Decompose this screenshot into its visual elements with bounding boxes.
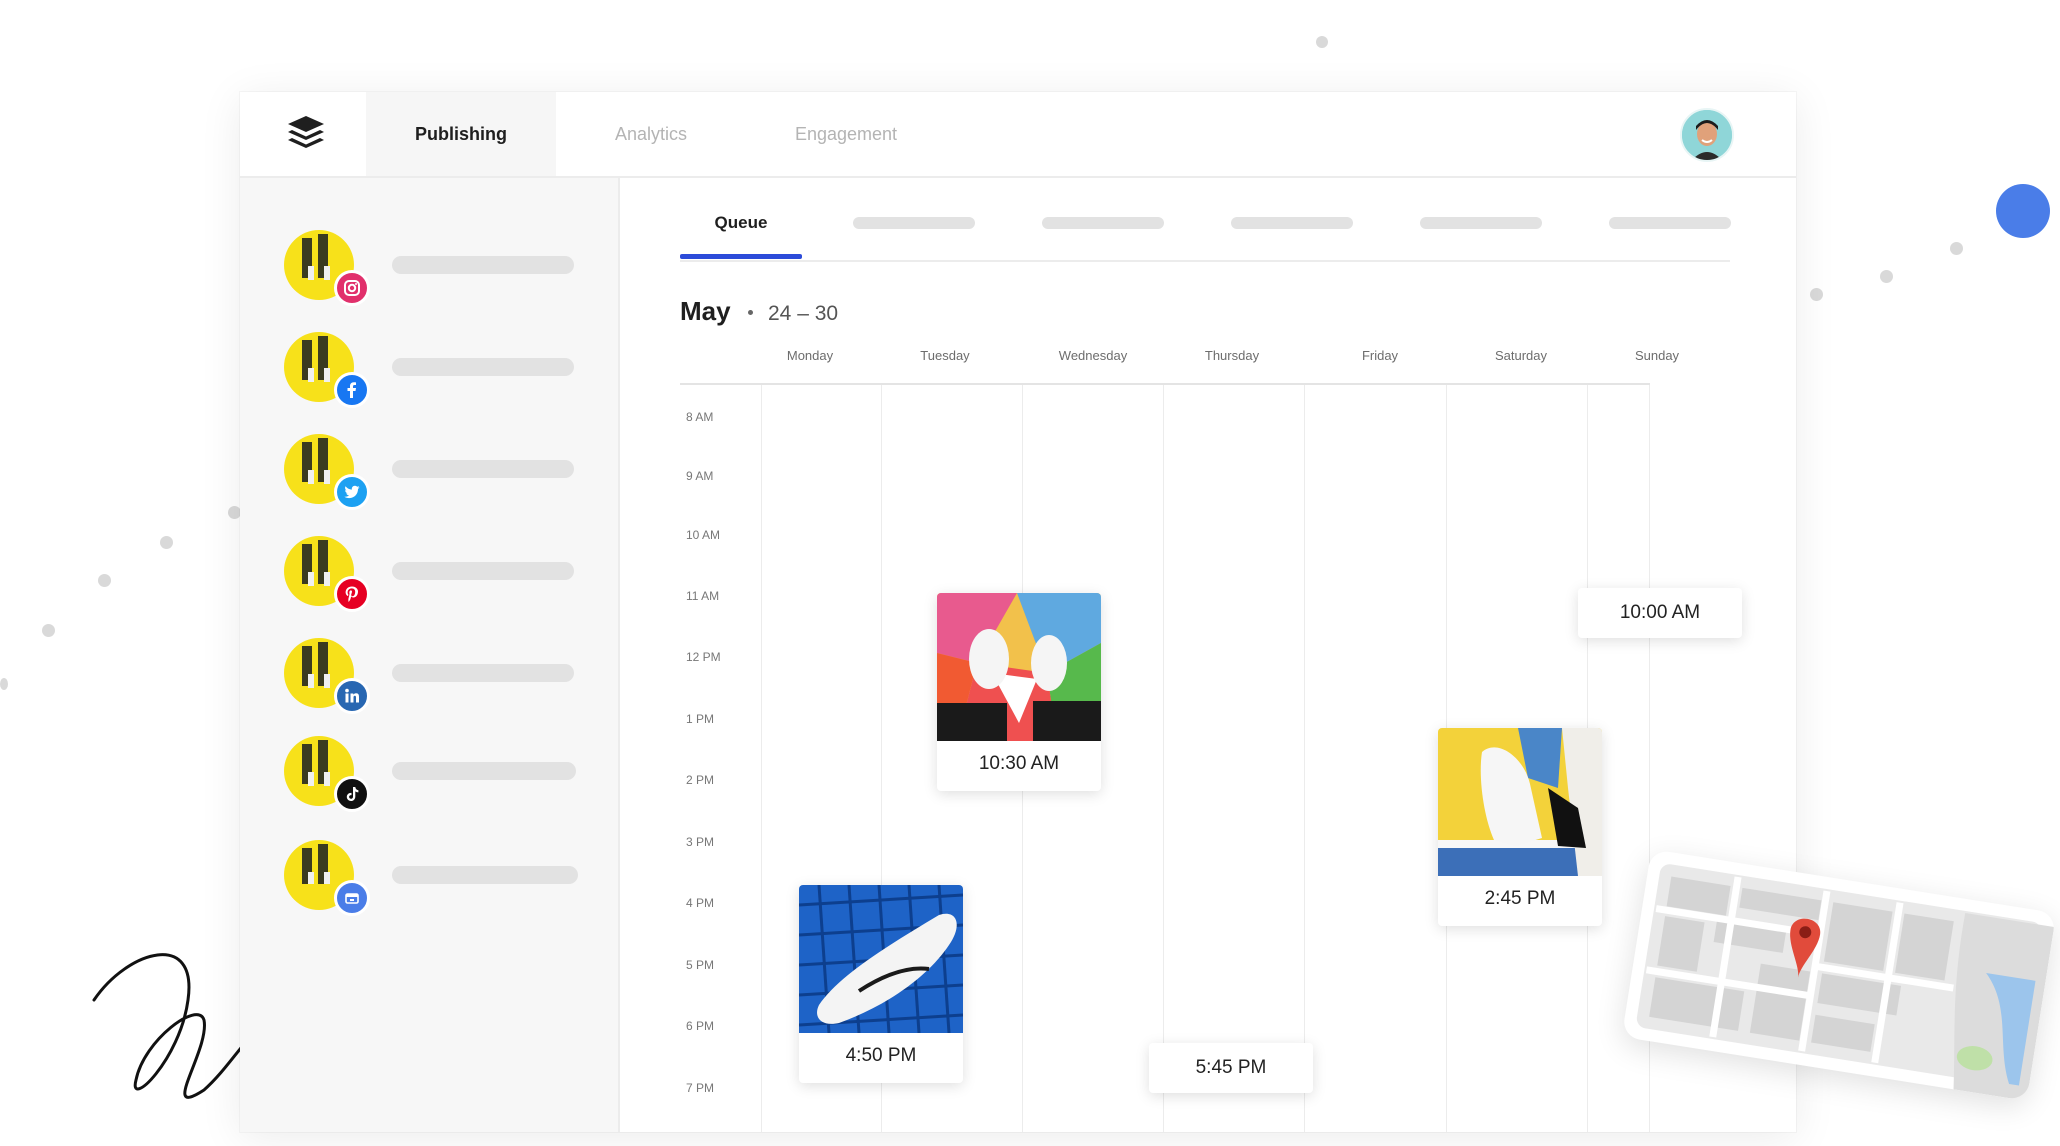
decor-dot bbox=[160, 536, 173, 549]
post-time: 4:50 PM bbox=[845, 1045, 917, 1066]
main-content: Queue May 24 – 30 Monday Tuesday Wednesd… bbox=[620, 178, 1796, 1132]
week-calendar: Monday Tuesday Wednesday Thursday Friday… bbox=[680, 338, 1742, 1132]
account-instagram[interactable] bbox=[284, 230, 644, 310]
account-pinterest[interactable] bbox=[284, 536, 644, 616]
tab-queue[interactable]: Queue bbox=[680, 178, 802, 260]
hour-label: 8 AM bbox=[686, 410, 714, 424]
hour-label: 5 PM bbox=[686, 958, 715, 972]
calendar-header-divider bbox=[680, 383, 1650, 385]
scheduled-post[interactable]: 4:50 PM bbox=[799, 885, 963, 1083]
decor-dot bbox=[1880, 270, 1893, 283]
account-name-placeholder bbox=[392, 562, 574, 580]
account-name-placeholder bbox=[392, 762, 576, 780]
decor-dot bbox=[42, 624, 55, 637]
day-header-saturday: Saturday bbox=[1494, 348, 1548, 363]
decor-dot bbox=[1316, 36, 1328, 48]
queue-subtabs: Queue bbox=[680, 178, 1731, 262]
colorful-sneakers-photo bbox=[937, 593, 1101, 741]
subtab-placeholder[interactable] bbox=[1420, 217, 1542, 229]
post-time: 10:30 AM bbox=[978, 753, 1060, 774]
user-avatar[interactable] bbox=[1680, 108, 1734, 162]
google-business-icon bbox=[334, 880, 370, 916]
day-header-wednesday: Wednesday bbox=[1058, 348, 1128, 363]
day-header-thursday: Thursday bbox=[1204, 348, 1260, 363]
user-avatar-icon bbox=[1682, 110, 1732, 160]
day-header-tuesday: Tuesday bbox=[920, 348, 970, 363]
post-time: 10:00 AM bbox=[1619, 602, 1701, 623]
hour-label: 9 AM bbox=[686, 469, 714, 483]
account-name-placeholder bbox=[392, 866, 578, 884]
hour-label: 11 AM bbox=[686, 589, 720, 603]
account-name-placeholder bbox=[392, 358, 574, 376]
decor-dot bbox=[1810, 288, 1823, 301]
subtab-placeholder[interactable] bbox=[1609, 217, 1731, 229]
accounts-sidebar bbox=[240, 178, 620, 1132]
app-window: Publishing Analytics Engagement Queue Ma… bbox=[240, 92, 1796, 1132]
column-divider bbox=[761, 385, 762, 1132]
column-divider bbox=[1304, 385, 1305, 1132]
decor-dot bbox=[98, 574, 111, 587]
hour-label: 4 PM bbox=[686, 896, 715, 910]
column-divider bbox=[1163, 385, 1164, 1132]
instagram-icon bbox=[334, 270, 370, 306]
hour-label: 12 PM bbox=[686, 650, 721, 664]
decor-dot bbox=[0, 678, 8, 690]
account-google-business[interactable] bbox=[284, 840, 644, 920]
tab-analytics[interactable]: Analytics bbox=[556, 92, 746, 176]
facebook-icon bbox=[334, 372, 370, 408]
account-linkedin[interactable] bbox=[284, 638, 644, 718]
tab-engagement[interactable]: Engagement bbox=[746, 92, 946, 176]
decor-blue-dot bbox=[1996, 184, 2050, 238]
pinterest-icon bbox=[334, 576, 370, 612]
hour-label: 7 PM bbox=[686, 1081, 715, 1095]
calendar-month: May bbox=[680, 296, 731, 326]
buffer-logo-icon[interactable] bbox=[284, 112, 328, 156]
twitter-icon bbox=[334, 474, 370, 510]
account-twitter[interactable] bbox=[284, 434, 644, 514]
subtab-placeholder[interactable] bbox=[853, 217, 975, 229]
post-time: 2:45 PM bbox=[1484, 888, 1556, 909]
hour-label: 6 PM bbox=[686, 1019, 715, 1033]
subtab-placeholder[interactable] bbox=[1042, 217, 1164, 229]
linkedin-icon bbox=[334, 678, 370, 714]
account-name-placeholder bbox=[392, 664, 574, 682]
white-sneaker-yellow-wall-photo bbox=[1438, 728, 1602, 876]
hour-label: 10 AM bbox=[686, 528, 721, 542]
account-facebook[interactable] bbox=[284, 332, 644, 412]
account-name-placeholder bbox=[392, 460, 574, 478]
scheduled-post[interactable]: 5:45 PM bbox=[1149, 1043, 1313, 1093]
hour-label: 1 PM bbox=[686, 712, 715, 726]
tiktok-icon bbox=[334, 776, 370, 812]
calendar-date-range: 24 – 30 bbox=[768, 302, 839, 325]
tab-publishing[interactable]: Publishing bbox=[366, 92, 556, 176]
decor-dot bbox=[1950, 242, 1963, 255]
scheduled-post[interactable]: 10:30 AM bbox=[937, 593, 1101, 791]
hour-label: 3 PM bbox=[686, 835, 715, 849]
account-name-placeholder bbox=[392, 256, 574, 274]
day-header-monday: Monday bbox=[786, 348, 834, 363]
account-tiktok[interactable] bbox=[284, 736, 644, 816]
subtab-placeholder[interactable] bbox=[1231, 217, 1353, 229]
top-nav: Publishing Analytics Engagement bbox=[240, 92, 1796, 178]
day-header-sunday: Sunday bbox=[1634, 348, 1680, 363]
scheduled-post[interactable]: 2:45 PM bbox=[1438, 728, 1602, 926]
scheduled-post[interactable]: 10:00 AM bbox=[1578, 588, 1742, 638]
day-header-friday: Friday bbox=[1361, 348, 1399, 363]
post-time: 5:45 PM bbox=[1195, 1057, 1267, 1078]
white-sneaker-blue-grid-photo bbox=[799, 885, 963, 1033]
hour-label: 2 PM bbox=[686, 773, 715, 787]
active-tab-indicator bbox=[680, 254, 802, 259]
separator-dot bbox=[748, 310, 753, 315]
